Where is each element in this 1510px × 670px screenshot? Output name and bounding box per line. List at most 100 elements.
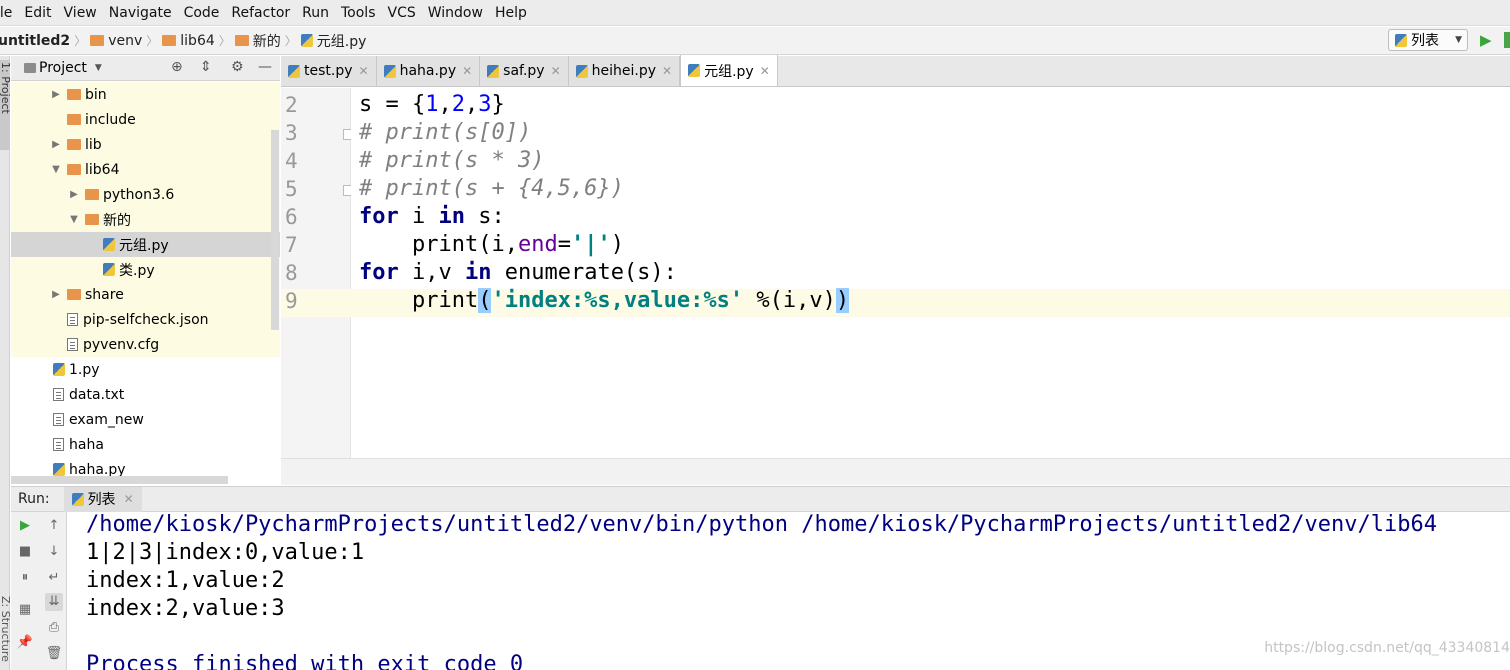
tree-item-exam-new[interactable]: exam_new — [11, 407, 280, 432]
expand-arrow-icon[interactable]: ▶ — [49, 139, 63, 150]
close-icon[interactable]: ✕ — [662, 64, 672, 78]
gear-icon[interactable]: ⚙ — [231, 59, 244, 75]
collapse-arrow-icon[interactable]: ▼ — [49, 164, 63, 175]
trash-icon[interactable]: 🗑 — [45, 645, 63, 663]
print-icon[interactable]: ⎙ — [45, 619, 63, 637]
menu-navigate[interactable]: Navigate — [103, 5, 178, 21]
console-line: /home/kiosk/PycharmProjects/untitled2/ve… — [86, 512, 1438, 537]
tab-haha-py[interactable]: haha.py ✕ — [376, 56, 481, 86]
tree-item-haha[interactable]: haha — [11, 432, 280, 457]
close-icon[interactable]: ✕ — [124, 492, 134, 506]
text-file-icon — [53, 413, 64, 426]
pause-icon[interactable]: ⏸ — [16, 569, 34, 587]
tree-item-share[interactable]: ▶ share — [11, 282, 280, 307]
menu-vcs[interactable]: VCS — [382, 5, 422, 21]
run-tab[interactable]: 列表 ✕ — [63, 486, 142, 512]
run-button[interactable]: ▶ — [1480, 31, 1494, 49]
tree-item-new-folder[interactable]: ▼ 新的 — [11, 207, 280, 232]
console-line: index:2,value:3 — [86, 596, 285, 621]
pin-icon[interactable]: 📌 — [16, 634, 34, 652]
debug-button[interactable] — [1504, 32, 1510, 48]
menu-tools[interactable]: Tools — [335, 5, 382, 21]
rerun-icon[interactable]: ▶ — [16, 517, 34, 535]
tree-item-pip-selfcheck[interactable]: pip-selfcheck.json — [11, 307, 280, 332]
run-toolbar: ▶ ↑ ■ ↓ ⏸ ↵ ▦ ⇊ ⎙ 📌 🗑 — [11, 512, 67, 670]
folder-icon — [67, 139, 81, 150]
close-icon[interactable]: ✕ — [359, 64, 369, 78]
scroll-up-icon[interactable]: ↑ — [45, 517, 63, 535]
line-number: 6 — [285, 205, 298, 229]
chevron-down-icon[interactable]: ▼ — [95, 63, 102, 73]
tree-item-pyvenv-cfg[interactable]: pyvenv.cfg — [11, 332, 280, 357]
folder-icon — [234, 35, 249, 46]
chevron-right-icon: 〉 — [74, 34, 87, 48]
line-number: 7 — [285, 233, 298, 257]
menu-code[interactable]: Code — [178, 5, 226, 21]
python-file-icon — [288, 64, 300, 78]
menu-view[interactable]: View — [58, 5, 103, 21]
breadcrumb-item-venv[interactable]: venv 〉 — [90, 32, 162, 49]
hide-panel-icon[interactable]: — — [258, 59, 272, 75]
code-line-2: s = {1,2,3} — [359, 92, 505, 117]
tree-item-include[interactable]: include — [11, 107, 280, 132]
breadcrumb-item-new[interactable]: 新的〉 — [234, 31, 301, 51]
run-config-select[interactable]: 列表 ▼ — [1388, 29, 1468, 51]
line-number: 9 — [285, 289, 298, 313]
console-line: 1|2|3|index:0,value:1 — [86, 540, 365, 565]
tab-heihei-py[interactable]: heihei.py ✕ — [568, 56, 681, 86]
menu-window[interactable]: Window — [422, 5, 489, 21]
tree-item-lib[interactable]: ▶ lib — [11, 132, 280, 157]
close-icon[interactable]: ✕ — [551, 64, 561, 78]
editor-gutter: 2 3 4 5 6 7 8 9 — [281, 88, 354, 458]
tab-saf-py[interactable]: saf.py ✕ — [480, 56, 569, 86]
code-editor[interactable]: s = {1,2,3} # print(s[0]) # print(s * 3)… — [351, 88, 1510, 458]
soft-wrap-icon[interactable]: ↵ — [45, 569, 63, 587]
menu-edit[interactable]: Edit — [18, 5, 57, 21]
tree-item-tuple-py[interactable]: 元组.py — [11, 232, 280, 257]
expand-arrow-icon[interactable]: ▶ — [67, 189, 81, 200]
tab-tuple-py[interactable]: 元组.py ✕ — [680, 55, 778, 86]
tree-item-lib64[interactable]: ▼ lib64 — [11, 157, 280, 182]
collapse-arrow-icon[interactable]: ▼ — [67, 214, 81, 225]
tree-item-bin[interactable]: ▶ bin — [11, 82, 280, 107]
line-number: 3 — [285, 121, 298, 145]
close-icon[interactable]: ✕ — [462, 64, 472, 78]
code-line-3: # print(s[0]) — [359, 120, 532, 145]
tree-item-class-py[interactable]: 类.py — [11, 257, 280, 282]
text-file-icon — [67, 338, 78, 351]
scroll-down-icon[interactable]: ↓ — [45, 543, 63, 561]
console-output[interactable]: /home/kiosk/PycharmProjects/untitled2/ve… — [68, 512, 1510, 670]
text-file-icon — [53, 388, 64, 401]
json-file-icon — [67, 313, 78, 326]
expand-arrow-icon[interactable]: ▶ — [49, 89, 63, 100]
collapse-all-icon[interactable]: ⇕ — [200, 59, 212, 75]
folder-icon — [67, 164, 81, 175]
tree-item-1-py[interactable]: 1.py — [11, 357, 280, 382]
menu-run[interactable]: Run — [296, 5, 335, 21]
locate-icon[interactable]: ⊕ — [171, 59, 183, 75]
python-file-icon — [383, 64, 396, 78]
breadcrumb-item-lib64[interactable]: lib64 〉 — [162, 32, 235, 49]
chevron-down-icon: ▼ — [1455, 35, 1462, 45]
tree-item-python36[interactable]: ▶ python3.6 — [11, 182, 280, 207]
layout-icon[interactable]: ▦ — [16, 601, 34, 619]
tree-horizontal-scrollbar[interactable] — [11, 476, 228, 484]
python-file-icon — [300, 34, 313, 47]
tab-test-py[interactable]: test.py ✕ — [281, 56, 377, 86]
editor-bottom-area — [281, 458, 1510, 485]
close-icon[interactable]: ✕ — [760, 64, 770, 78]
stop-icon[interactable]: ■ — [16, 543, 34, 561]
line-number: 8 — [285, 261, 298, 285]
console-line: index:1,value:2 — [86, 568, 285, 593]
run-panel-header: Run: 列表 ✕ — [11, 486, 1510, 512]
project-panel-title[interactable]: Project — [39, 60, 87, 76]
tree-vertical-scrollbar[interactable] — [271, 130, 279, 330]
breadcrumb-item-project[interactable]: untitled2 〉 — [0, 32, 90, 49]
menu-refactor[interactable]: Refactor — [225, 5, 296, 21]
expand-arrow-icon[interactable]: ▶ — [49, 289, 63, 300]
scroll-to-end-icon[interactable]: ⇊ — [45, 593, 63, 611]
menu-file[interactable]: ile — [0, 5, 18, 21]
tree-item-data-txt[interactable]: data.txt — [11, 382, 280, 407]
menu-help[interactable]: Help — [489, 5, 533, 21]
breadcrumb-item-file[interactable]: 元组.py — [300, 31, 366, 51]
